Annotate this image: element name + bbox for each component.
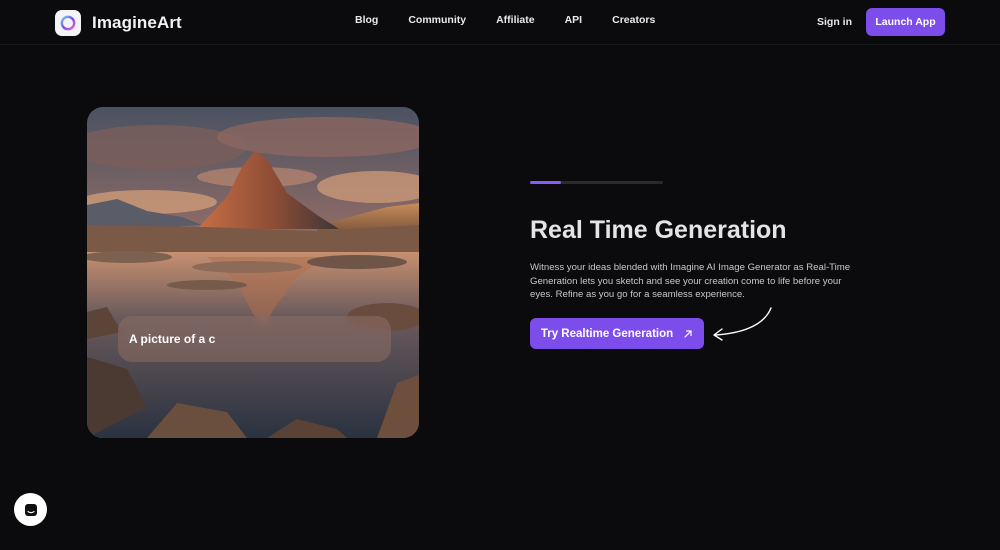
nav-link-affiliate[interactable]: Affiliate: [496, 14, 535, 26]
logo-icon: [55, 10, 81, 36]
prompt-text: A picture of a c: [129, 332, 216, 346]
nav-link-community[interactable]: Community: [408, 14, 466, 26]
top-navbar: ImagineArt Blog Community Affiliate API …: [0, 0, 1000, 45]
nav-link-blog[interactable]: Blog: [355, 14, 378, 26]
chat-launcher[interactable]: [14, 493, 47, 526]
nav-link-creators[interactable]: Creators: [612, 14, 655, 26]
sign-in-link[interactable]: Sign in: [817, 16, 852, 28]
nav-link-api[interactable]: API: [565, 14, 583, 26]
brand-name: ImagineArt: [92, 13, 182, 32]
landscape-image: [87, 107, 419, 438]
arrow-up-right-icon: [684, 329, 692, 338]
section-description: Witness your ideas blended with Imagine …: [530, 262, 851, 301]
chat-icon: [24, 503, 37, 516]
try-realtime-generation-button[interactable]: Try Realtime Generation: [530, 318, 704, 349]
curved-arrow-icon: [713, 307, 772, 341]
launch-app-button[interactable]: Launch App: [866, 8, 945, 36]
section-title: Real Time Generation: [530, 216, 787, 244]
progress-fill: [530, 181, 561, 184]
progress-indicator: [530, 181, 663, 184]
hero-image-card: A picture of a c: [87, 107, 419, 438]
nav-links: Blog Community Affiliate API Creators: [355, 14, 655, 26]
brand-logo[interactable]: ImagineArt: [55, 10, 182, 36]
cta-label: Try Realtime Generation: [540, 327, 674, 340]
prompt-input-overlay: A picture of a c: [118, 316, 391, 362]
